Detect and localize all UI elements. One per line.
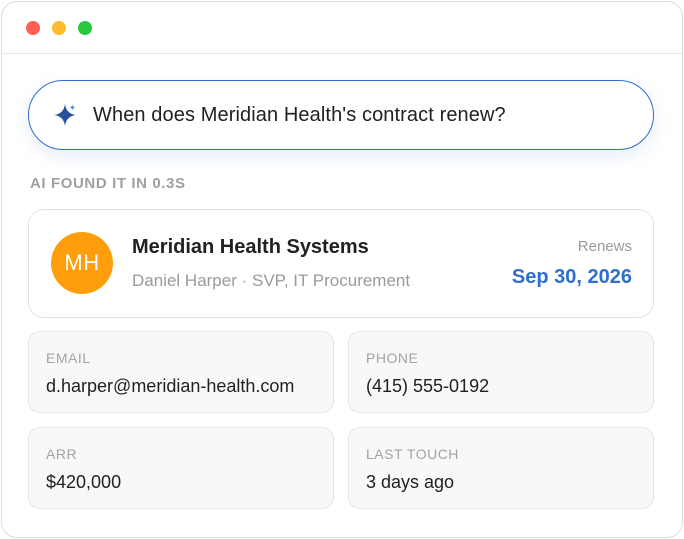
email-label: EMAIL [46, 350, 91, 366]
close-window-button[interactable] [26, 21, 40, 35]
email-value[interactable]: d.harper@meridian-health.com [46, 376, 294, 397]
renews-label: Renews [577, 238, 632, 255]
search-bar[interactable]: When does Meridian Health's contract ren… [28, 80, 654, 150]
contact-name-title: Daniel Harper · SVP, IT Procurement [132, 271, 411, 290]
phone-value[interactable]: (415) 555-0192 [366, 376, 489, 397]
last-touch-value: 3 days ago [366, 472, 455, 492]
phone-field-card[interactable]: PHONE (415) 555-0192 [348, 331, 654, 413]
arr-label: ARR [46, 446, 78, 462]
company-avatar: MH [51, 232, 113, 294]
sparkle-icon [54, 104, 76, 126]
arr-field-card: ARR $420,000 [28, 427, 334, 509]
phone-label: PHONE [366, 350, 419, 366]
company-name: Meridian Health Systems [132, 236, 369, 258]
last-touch-label: LAST TOUCH [366, 446, 459, 462]
title-bar [2, 2, 682, 54]
email-field-card[interactable]: EMAIL d.harper@meridian-health.com [28, 331, 334, 413]
renews-date: Sep 30, 2026 [511, 266, 632, 288]
minimize-window-button[interactable] [52, 21, 66, 35]
zoom-window-button[interactable] [78, 21, 92, 35]
account-result-card[interactable]: MH Meridian Health Systems Daniel Harper… [28, 209, 654, 318]
search-query[interactable]: When does Meridian Health's contract ren… [93, 104, 506, 127]
last-touch-field-card: LAST TOUCH 3 days ago [348, 427, 654, 509]
arr-value: $420,000 [46, 472, 122, 492]
result-status-label: AI FOUND IT IN 0.3S [30, 175, 186, 192]
